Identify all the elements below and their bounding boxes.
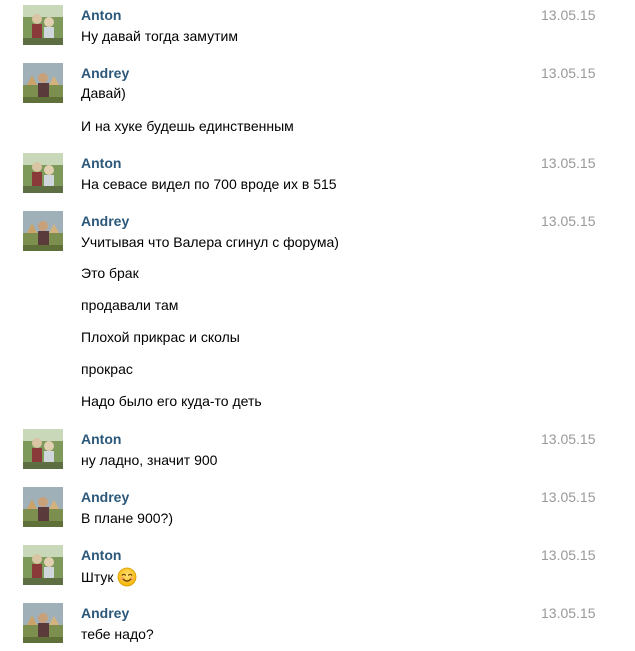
avatar-andrey[interactable] <box>23 211 63 251</box>
avatar-andrey[interactable] <box>23 63 63 103</box>
message-item: Andrey 13.05.15 В плане 900?) <box>0 482 635 537</box>
message-item: Anton 13.05.15 Штук <box>0 540 635 595</box>
timestamp[interactable]: 13.05.15 <box>541 431 596 447</box>
author-name[interactable]: Andrey <box>81 65 129 81</box>
message-item: Andrey 13.05.15 Давай) И на хуке будешь … <box>0 58 635 148</box>
smiling-face-emoji-icon <box>117 567 137 587</box>
avatar-anton[interactable] <box>23 545 63 585</box>
message-text: Штук <box>81 567 137 587</box>
message-text: Давай) <box>81 85 126 101</box>
timestamp[interactable]: 13.05.15 <box>541 489 596 505</box>
avatar-anton[interactable] <box>23 153 63 193</box>
author-name[interactable]: Anton <box>81 431 121 447</box>
author-name[interactable]: Andrey <box>81 213 129 229</box>
author-name[interactable]: Andrey <box>81 489 129 505</box>
message-text-content: Штук <box>81 569 114 585</box>
message-text: Учитывая что Валера сгинул с форума) <box>81 234 339 250</box>
message-item: Anton 13.05.15 ну ладно, значит 900 <box>0 424 635 479</box>
timestamp[interactable]: 13.05.15 <box>541 605 596 621</box>
message-text: тебе надо? <box>81 626 154 642</box>
author-name[interactable]: Anton <box>81 547 121 563</box>
timestamp[interactable]: 13.05.15 <box>541 213 596 229</box>
message-text: продавали там <box>81 297 179 313</box>
message-text: Ну давай тогда замутим <box>81 28 238 44</box>
message-item: Andrey 13.05.15 Учитывая что Валера сгин… <box>0 206 635 426</box>
avatar-anton[interactable] <box>23 429 63 469</box>
message-item: Anton 13.05.15 Ну давай тогда замутим <box>0 0 635 55</box>
message-text: прокрас <box>81 361 133 377</box>
message-text: Это брак <box>81 265 139 281</box>
author-name[interactable]: Anton <box>81 155 121 171</box>
message-text: Надо было его куда-то деть <box>81 393 262 409</box>
message-text: На севасе видел по 700 вроде их в 515 <box>81 176 337 192</box>
message-text: ну ладно, значит 900 <box>81 452 218 468</box>
message-text: И на хуке будешь единственным <box>81 118 294 134</box>
message-text: Плохой прикрас и сколы <box>81 329 240 345</box>
timestamp[interactable]: 13.05.15 <box>541 7 596 23</box>
author-name[interactable]: Anton <box>81 7 121 23</box>
timestamp[interactable]: 13.05.15 <box>541 155 596 171</box>
avatar-anton[interactable] <box>23 5 63 45</box>
timestamp[interactable]: 13.05.15 <box>541 65 596 81</box>
avatar-andrey[interactable] <box>23 487 63 527</box>
message-text: В плане 900?) <box>81 510 173 526</box>
message-item: Andrey 13.05.15 тебе надо? <box>0 598 635 651</box>
timestamp[interactable]: 13.05.15 <box>541 547 596 563</box>
avatar-andrey[interactable] <box>23 603 63 643</box>
message-history: Anton 13.05.15 Ну давай тогда замутим An… <box>0 0 635 651</box>
message-item: Anton 13.05.15 На севасе видел по 700 вр… <box>0 148 635 203</box>
author-name[interactable]: Andrey <box>81 605 129 621</box>
